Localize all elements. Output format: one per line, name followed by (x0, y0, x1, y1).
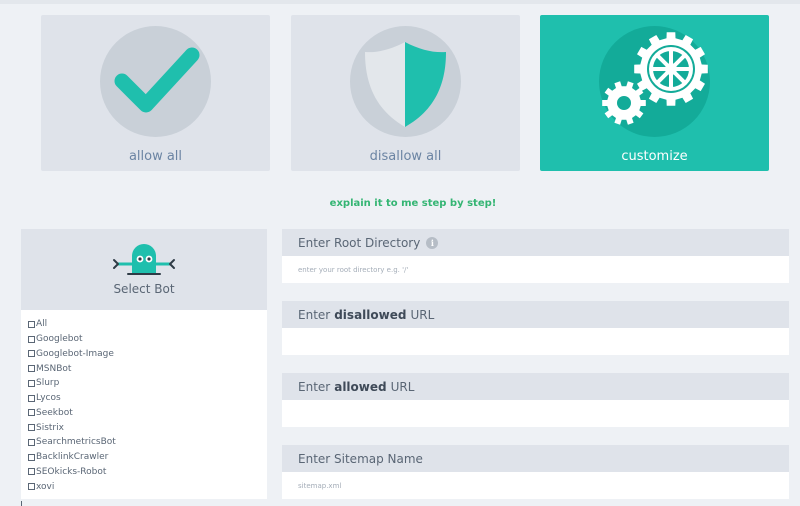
root-directory-label: Enter Root Directory (298, 235, 421, 250)
bot-checkbox[interactable] (28, 365, 35, 373)
bot-option[interactable]: Lycos (28, 391, 267, 406)
top-border (0, 0, 800, 4)
bot-checkbox-list: All Googlebot Googlebot-Image MSNBot Slurp Ly… (21, 310, 267, 494)
allowed-url-field: Enter allowed URL (282, 373, 789, 427)
shield-icon (365, 42, 446, 127)
checkmark-icon (114, 47, 200, 113)
root-directory-field: Enter Root Directory i (282, 229, 789, 283)
bot-option[interactable]: All (28, 317, 267, 332)
customize-icon-circle (599, 26, 710, 137)
bot-checkbox[interactable] (28, 350, 35, 358)
allow-all-label: allow all (128, 149, 183, 164)
bot-option[interactable]: xovi (28, 479, 267, 494)
disallowed-url-field: Enter disallowed URL (282, 301, 789, 355)
explain-step-by-step-link[interactable]: explain it to me step by step! (0, 198, 800, 209)
bot-option-label: Seekbot (36, 407, 73, 418)
select-bot-panel: Select Bot All Googlebot Googlebot-Image MS… (21, 229, 267, 499)
bot-option[interactable]: Slurp (28, 376, 267, 391)
bot-option-label: MSNBot (36, 363, 72, 374)
disallowed-url-input[interactable] (282, 328, 789, 355)
bot-checkbox[interactable] (28, 394, 35, 402)
disallowed-label-strong: disallowed (334, 307, 407, 322)
bot-option-label: All (36, 319, 48, 330)
bot-option-label: SEOkicks-Robot (36, 466, 107, 477)
bot-option[interactable]: Googlebot-Image (28, 347, 267, 362)
bot-option-label: xovi (36, 481, 55, 492)
sitemap-name-label-bar: Enter Sitemap Name (282, 445, 789, 472)
bot-checkbox[interactable] (28, 483, 35, 491)
gears-icon (602, 32, 708, 125)
bot-checkbox[interactable] (28, 438, 35, 446)
bot-option[interactable]: Seekbot (28, 406, 267, 421)
bot-option-label: Googlebot-Image (36, 348, 114, 359)
allowed-label-prefix: Enter (298, 379, 331, 394)
allowed-url-label-bar: Enter allowed URL (282, 373, 789, 400)
bot-option-label: Googlebot (36, 334, 83, 345)
customize-card[interactable]: customize (540, 15, 769, 171)
disallow-all-card[interactable]: disallow all (291, 15, 520, 171)
bot-option[interactable]: BacklinkCrawler (28, 450, 267, 465)
customize-label: customize (621, 149, 688, 164)
root-directory-input[interactable] (282, 256, 789, 283)
allowed-url-input[interactable] (282, 400, 789, 427)
bot-option-label: BacklinkCrawler (36, 452, 109, 463)
allow-all-card[interactable]: allow all (41, 15, 270, 171)
select-bot-title: Select Bot (113, 282, 175, 296)
sitemap-name-field: Enter Sitemap Name (282, 445, 789, 499)
disallow-all-icon-circle (350, 26, 461, 137)
robot-icon (113, 244, 175, 275)
bot-option[interactable]: SearchmetricsBot (28, 435, 267, 450)
sitemap-name-input[interactable] (282, 472, 789, 499)
disallow-all-label: disallow all (369, 149, 442, 164)
select-bot-header: Select Bot (21, 229, 267, 310)
bot-checkbox[interactable] (28, 468, 35, 476)
disallowed-label-suffix: URL (410, 307, 435, 322)
root-directory-label-bar: Enter Root Directory i (282, 229, 789, 256)
allowed-label-strong: allowed (334, 379, 387, 394)
bot-option-label: Slurp (36, 378, 60, 389)
bot-option-label: Sistrix (36, 422, 64, 433)
bot-checkbox[interactable] (28, 379, 35, 387)
bot-checkbox[interactable] (28, 320, 35, 328)
bot-checkbox[interactable] (28, 453, 35, 461)
bot-option-label: Lycos (36, 393, 61, 404)
info-icon[interactable]: i (426, 236, 439, 249)
bot-option-label: SearchmetricsBot (36, 437, 116, 448)
bot-checkbox[interactable] (28, 335, 35, 343)
disallowed-url-label-bar: Enter disallowed URL (282, 301, 789, 328)
bot-option[interactable]: SEOkicks-Robot (28, 465, 267, 480)
bot-option[interactable]: MSNBot (28, 361, 267, 376)
bot-option[interactable]: Sistrix (28, 420, 267, 435)
bot-checkbox[interactable] (28, 424, 35, 432)
bot-option[interactable]: Googlebot (28, 332, 267, 347)
bot-checkbox[interactable] (28, 409, 35, 417)
sitemap-name-label: Enter Sitemap Name (298, 451, 423, 466)
allow-all-icon-circle (100, 26, 211, 137)
text-cursor-mark (21, 501, 22, 506)
allowed-label-suffix: URL (390, 379, 415, 394)
disallowed-label-prefix: Enter (298, 307, 331, 322)
